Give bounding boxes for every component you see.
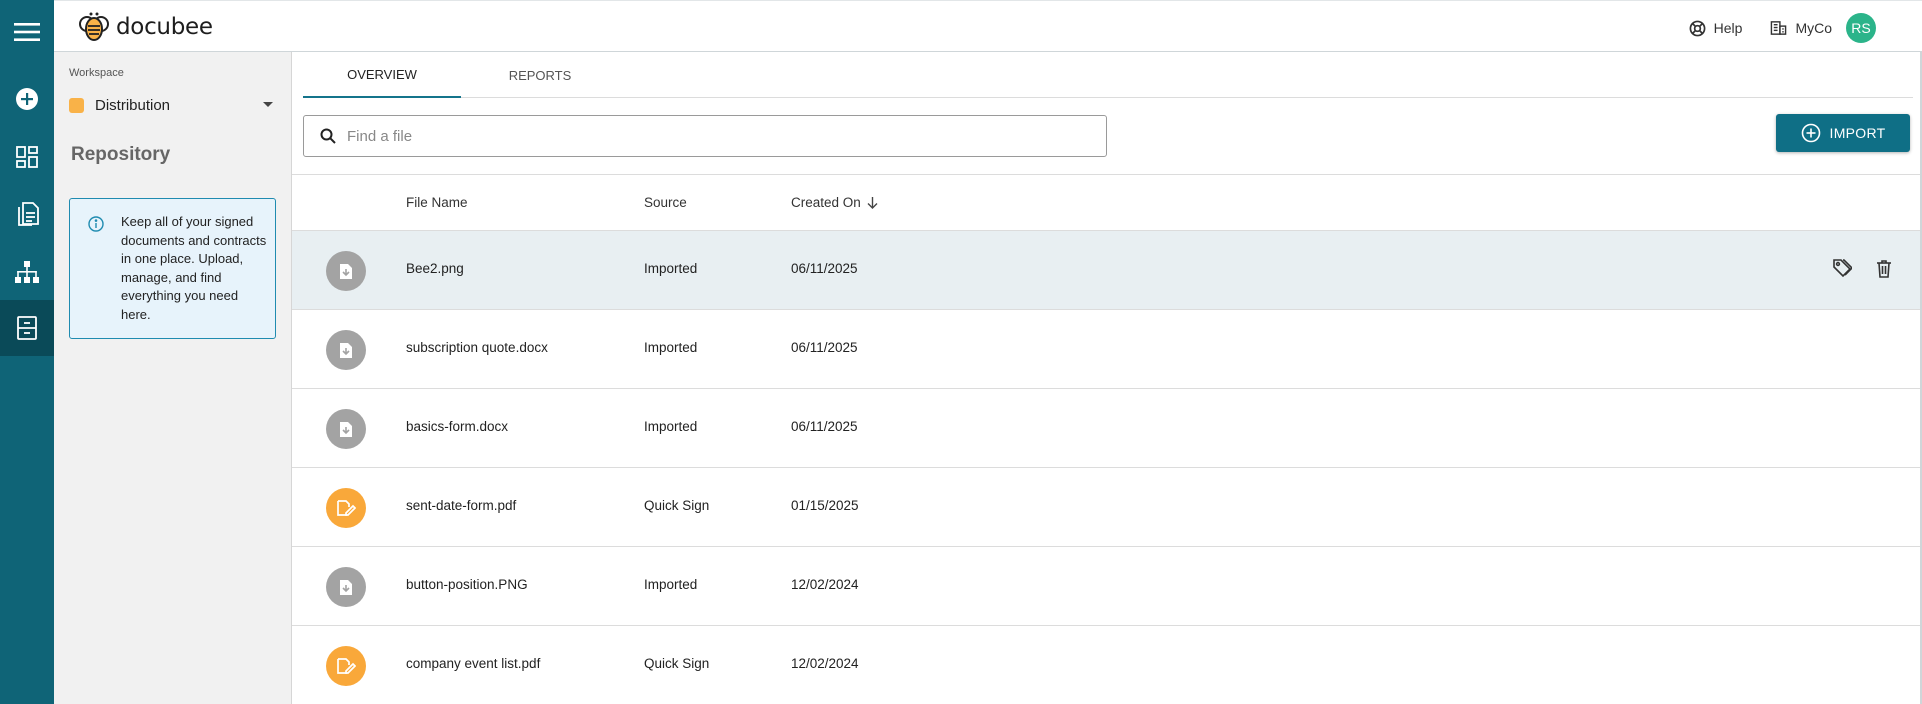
left-rail xyxy=(0,0,54,704)
column-created-on[interactable]: Created On xyxy=(791,195,878,210)
file-name-cell[interactable]: button-position.PNG xyxy=(406,577,528,592)
logo-text: docubee xyxy=(116,14,213,40)
imported-file-icon xyxy=(326,409,366,449)
help-link[interactable]: Help xyxy=(1689,20,1743,37)
tab-bar: OVERVIEW REPORTS xyxy=(303,52,1913,98)
docubee-logo[interactable]: docubee xyxy=(76,11,213,43)
trash-icon[interactable] xyxy=(1876,259,1892,281)
file-name-cell[interactable]: Bee2.png xyxy=(406,261,464,276)
documents-icon xyxy=(18,202,39,226)
section-title: Repository xyxy=(71,144,171,165)
file-name-cell[interactable]: company event list.pdf xyxy=(406,656,540,671)
menu-button[interactable] xyxy=(0,4,54,60)
imported-file-icon xyxy=(326,251,366,291)
main-content: OVERVIEW REPORTS IMPORT File Name Source… xyxy=(292,52,1922,704)
workspace-color-swatch xyxy=(69,97,84,113)
file-name-cell[interactable]: basics-form.docx xyxy=(406,419,508,434)
arrow-down-icon xyxy=(867,197,878,209)
info-callout: Keep all of your signed documents and co… xyxy=(69,198,276,339)
tag-icon[interactable] xyxy=(1832,258,1854,281)
source-cell: Quick Sign xyxy=(644,656,710,671)
caret-down-icon xyxy=(263,102,273,107)
table-row[interactable]: basics-form.docx Imported 06/11/2025 xyxy=(292,389,1922,468)
organization-label: MyCo xyxy=(1795,20,1832,36)
table-header: File Name Source Created On xyxy=(292,174,1922,231)
search-input[interactable] xyxy=(347,127,1047,145)
created-on-cell: 12/02/2024 xyxy=(791,577,859,592)
file-search xyxy=(303,115,1107,157)
table-row[interactable]: Bee2.png Imported 06/11/2025 xyxy=(292,231,1922,310)
help-icon xyxy=(1689,20,1706,36)
create-button[interactable] xyxy=(0,71,54,127)
info-text: Keep all of your signed documents and co… xyxy=(121,214,267,322)
dashboard-icon xyxy=(16,146,38,168)
tab-reports[interactable]: REPORTS xyxy=(461,52,619,98)
column-source[interactable]: Source xyxy=(644,195,687,210)
help-label: Help xyxy=(1713,20,1743,36)
quick-sign-icon xyxy=(326,488,366,528)
row-actions xyxy=(1808,258,1892,281)
import-button[interactable]: IMPORT xyxy=(1776,114,1910,152)
dashboard-button[interactable] xyxy=(0,129,54,185)
column-file-name[interactable]: File Name xyxy=(406,195,468,210)
table-row[interactable]: sent-date-form.pdf Quick Sign 01/15/2025 xyxy=(292,468,1922,547)
workspace-selector[interactable]: Distribution xyxy=(69,92,279,118)
column-created-on-label: Created On xyxy=(791,195,861,210)
search-icon xyxy=(320,128,336,144)
file-name-cell[interactable]: subscription quote.docx xyxy=(406,340,548,355)
imported-file-icon xyxy=(326,330,366,370)
menu-icon xyxy=(14,23,40,41)
workflow-button[interactable] xyxy=(0,244,54,300)
import-label: IMPORT xyxy=(1829,125,1886,141)
source-cell: Imported xyxy=(644,340,698,355)
repository-icon xyxy=(17,316,37,340)
created-on-cell: 06/11/2025 xyxy=(791,340,858,355)
created-on-cell: 06/11/2025 xyxy=(791,261,858,276)
source-cell: Imported xyxy=(644,419,698,434)
source-cell: Imported xyxy=(644,261,698,276)
workspace-sidebar: Workspace Distribution Repository Keep a… xyxy=(54,52,292,704)
imported-file-icon xyxy=(326,567,366,607)
repository-button[interactable] xyxy=(0,300,54,356)
organization-link[interactable]: MyCo xyxy=(1770,20,1832,36)
workspace-label: Workspace xyxy=(69,67,124,79)
add-circle-icon xyxy=(1801,123,1820,143)
created-on-cell: 01/15/2025 xyxy=(791,498,859,513)
documents-button[interactable] xyxy=(0,186,54,242)
top-bar: docubee Help MyCo RS xyxy=(54,0,1922,52)
source-cell: Imported xyxy=(644,577,698,592)
source-cell: Quick Sign xyxy=(644,498,710,513)
tab-overview[interactable]: OVERVIEW xyxy=(303,52,461,98)
table-row[interactable]: company event list.pdf Quick Sign 12/02/… xyxy=(292,626,1922,704)
bee-logo-icon xyxy=(79,12,109,41)
file-name-cell[interactable]: sent-date-form.pdf xyxy=(406,498,516,513)
created-on-cell: 12/02/2024 xyxy=(791,656,859,671)
workflow-icon xyxy=(15,261,39,283)
header-actions: Help MyCo RS xyxy=(1661,13,1876,43)
quick-sign-icon xyxy=(326,646,366,686)
user-avatar[interactable]: RS xyxy=(1846,13,1876,43)
created-on-cell: 06/11/2025 xyxy=(791,419,858,434)
table-row[interactable]: button-position.PNG Imported 12/02/2024 xyxy=(292,547,1922,626)
add-circle-icon xyxy=(16,88,38,110)
info-icon xyxy=(88,216,104,232)
building-icon xyxy=(1771,21,1787,35)
files-table: File Name Source Created On Bee2.png Imp… xyxy=(292,174,1922,704)
table-row[interactable]: subscription quote.docx Imported 06/11/2… xyxy=(292,310,1922,389)
workspace-name: Distribution xyxy=(95,96,171,114)
